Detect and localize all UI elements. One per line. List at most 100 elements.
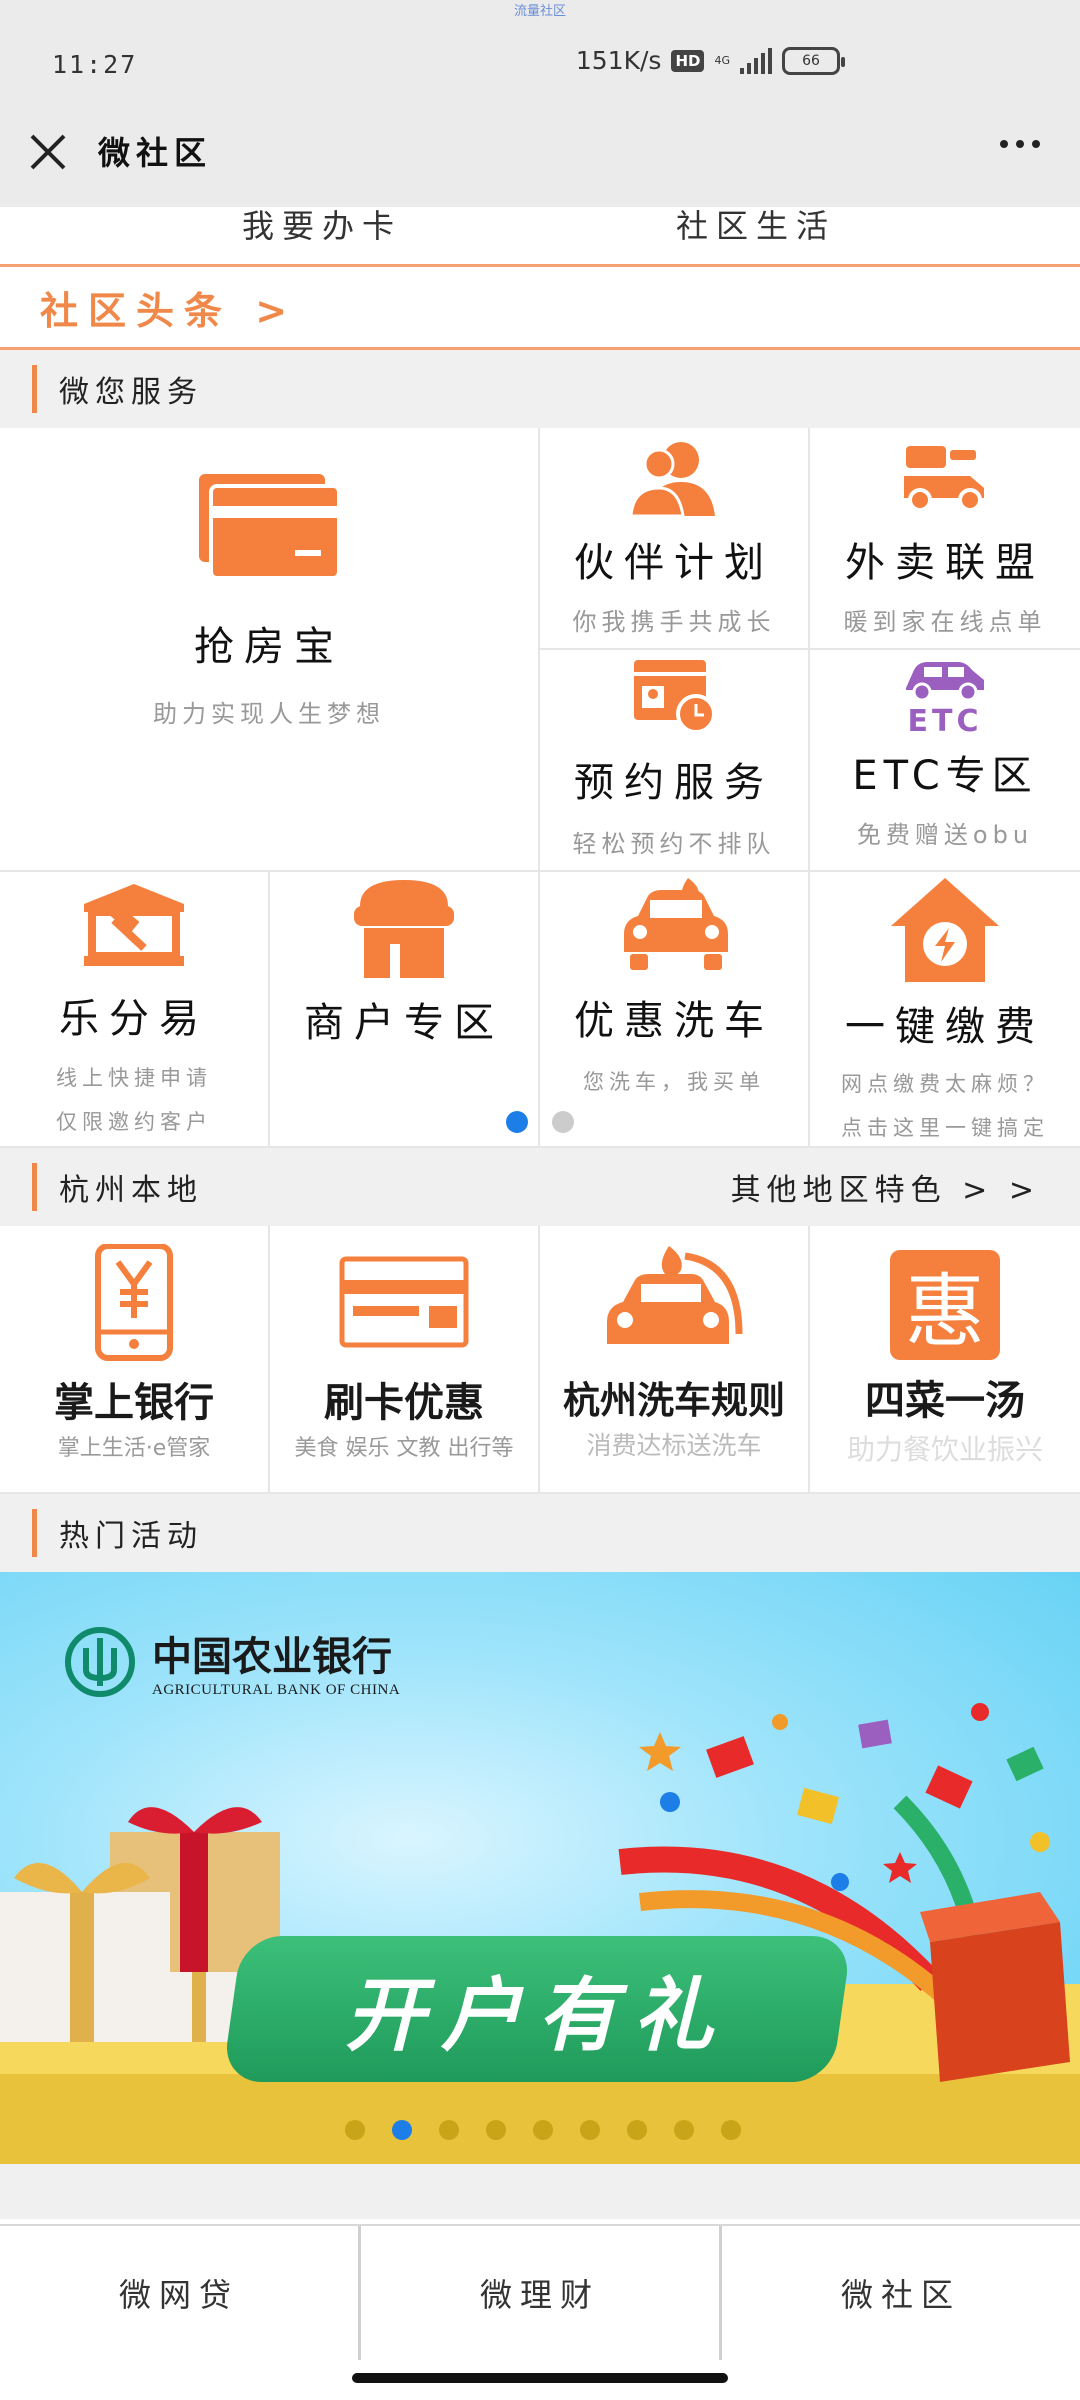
service-desc: 线上快捷申请 [56,1066,212,1090]
more-menu-button[interactable] [1000,140,1040,148]
top-bar: 流量社区 11:27 151K/s HD 4G 66 微社区 [0,0,1080,207]
local-item-name: 刷卡优惠 [324,1381,484,1425]
quick-link-apply-card[interactable]: 我要办卡 [242,207,402,247]
content-gap [0,2164,1080,2219]
abc-logo: 中国农业银行 AGRICULTURAL BANK OF CHINA [64,1624,400,1699]
banner-dot[interactable] [533,2120,553,2140]
more-dot-icon [1032,140,1040,148]
service-desc: 您洗车，我买单 [583,1070,765,1094]
bottom-nav: 微网贷 微理财 微社区 [0,2224,1080,2360]
page-dot-active[interactable] [506,1111,528,1133]
service-name: 商户专区 [304,1000,504,1046]
section-accent-bar [32,1509,37,1557]
community-headlines-link[interactable]: 社区头条 > [0,267,1080,350]
banner-dot[interactable] [345,2120,365,2140]
quick-links-row: 我要办卡 社区生活 [0,207,1080,267]
calendar-clock-icon [634,660,716,734]
page-title: 微社区 [98,134,213,172]
service-car-wash[interactable]: 优惠洗车 您洗车，我买单 [540,872,810,1148]
tab-micro-loan[interactable]: 微网贷 [0,2226,361,2360]
banner-dot[interactable] [580,2120,600,2140]
local-item-sub: 美食 娱乐 文教 出行等 [294,1436,514,1461]
quick-link-community-life[interactable]: 社区生活 [676,207,836,247]
hd-badge: HD [671,49,705,72]
local-item-four-dishes[interactable]: 惠 四菜一汤 助力餐饮业振兴 [810,1226,1080,1492]
local-item-mobile-banking[interactable]: 掌上银行 掌上生活·e管家 [0,1226,270,1492]
banner-dot[interactable] [439,2120,459,2140]
promo-slogan: 开户有礼 [221,1936,853,2082]
main-content: 我要办卡 社区生活 社区头条 > 微您服务 抢房宝 助力实现人生梦想 伙伴计划 … [0,207,1080,2219]
services-section-title: 微您服务 [59,375,203,410]
card-icon [199,474,339,578]
network-type: 4G [714,54,730,67]
local-item-name: 掌上银行 [54,1381,214,1425]
car-wash-icon [624,878,728,970]
banner-dot[interactable] [486,2120,506,2140]
promo-slogan-text: 开户有礼 [345,1971,729,2060]
service-booking[interactable]: 预约服务 轻松预约不排队 [540,650,810,872]
house-lightning-icon [891,878,999,982]
service-house-loan[interactable]: 抢房宝 助力实现人生梦想 [0,428,540,872]
people-icon [629,442,715,516]
more-dot-icon [1016,140,1024,148]
banner-dot[interactable] [721,2120,741,2140]
other-regions-link[interactable]: 其他地区特色 > > [731,1165,1040,1209]
section-accent-bar [32,365,37,413]
service-name: 一键缴费 [845,1004,1045,1050]
service-name: 外卖联盟 [845,540,1045,586]
local-item-card-offers[interactable]: 刷卡优惠 美食 娱乐 文教 出行等 [270,1226,540,1492]
page-dot[interactable] [552,1111,574,1133]
local-features-grid: 掌上银行 掌上生活·e管家 刷卡优惠 美食 娱乐 文教 出行等 杭州洗车规则 消… [0,1226,1080,1494]
service-merchant-zone[interactable]: 商户专区 [270,872,540,1148]
home-indicator[interactable] [352,2373,728,2383]
banner-dot[interactable] [627,2120,647,2140]
headline-label: 社区头条 > [40,288,298,333]
local-item-sub: 消费达标送洗车 [586,1431,762,1460]
service-etc-zone[interactable]: ETC ETC专区 免费赠送obu [810,650,1080,872]
service-desc: 你我携手共成长 [572,608,776,636]
hot-events-section-header: 热门活动 [0,1494,1080,1572]
shop-icon [354,880,454,978]
banner-dot[interactable] [674,2120,694,2140]
promo-banner[interactable]: 中国农业银行 AGRICULTURAL BANK OF CHINA 开户有礼 [0,1572,1080,2164]
hot-events-section-title: 热门活动 [59,1519,203,1554]
local-item-hangzhou-car-wash[interactable]: 杭州洗车规则 消费达标送洗车 [540,1226,810,1492]
bank-name: 中国农业银行 [152,1634,392,1679]
network-speed: 151K/s [575,46,662,75]
status-indicators: 151K/s HD 4G 66 [575,46,845,75]
status-time: 11:27 [52,50,138,79]
service-installment[interactable]: 乐分易 线上快捷申请 仅限邀约客户 [0,872,270,1148]
service-partner-plan[interactable]: 伙伴计划 你我携手共成长 [540,428,810,650]
battery-level: 66 [802,52,820,69]
local-item-sub: 掌上生活·e管家 [57,1436,211,1461]
service-one-click-payment[interactable]: 一键缴费 网点缴费太麻烦？ 点击这里一键搞定 [810,872,1080,1148]
service-name: 预约服务 [574,760,774,806]
service-desc: 免费赠送obu [856,821,1034,849]
service-name: 乐分易 [59,996,209,1042]
service-desc: 暖到家在线点单 [843,608,1047,636]
banner-page-indicator [345,2120,741,2140]
service-takeout-alliance[interactable]: 外卖联盟 暖到家在线点单 [810,428,1080,650]
local-section-header: 杭州本地 其他地区特色 > > [0,1148,1080,1226]
car-wash-icon [607,1246,743,1344]
service-name: 优惠洗车 [574,998,774,1044]
banner-dot-active[interactable] [392,2120,412,2140]
service-name: 抢房宝 [194,624,344,670]
service-desc: 点击这里一键搞定 [841,1116,1049,1140]
service-desc: 助力实现人生梦想 [153,700,385,728]
phone-yuan-icon [95,1243,173,1361]
local-item-sub: 助力餐饮业振兴 [846,1433,1043,1466]
discount-icon: 惠 [890,1250,1000,1360]
local-item-name: 杭州洗车规则 [563,1380,785,1421]
abc-emblem-icon [65,1626,135,1697]
tab-micro-community[interactable]: 微社区 [722,2226,1080,2360]
services-page-indicator [506,1111,574,1133]
services-grid: 抢房宝 助力实现人生梦想 伙伴计划 你我携手共成长 外卖联盟 暖到家在线点单 预… [0,428,1080,1148]
bank-card-icon [339,1256,469,1348]
close-button[interactable] [24,128,72,176]
tab-micro-finance[interactable]: 微理财 [361,2226,722,2360]
service-name: 伙伴计划 [574,540,774,586]
service-name: ETC专区 [852,753,1038,799]
service-desc: 轻松预约不排队 [572,830,776,858]
section-accent-bar [32,1163,37,1211]
